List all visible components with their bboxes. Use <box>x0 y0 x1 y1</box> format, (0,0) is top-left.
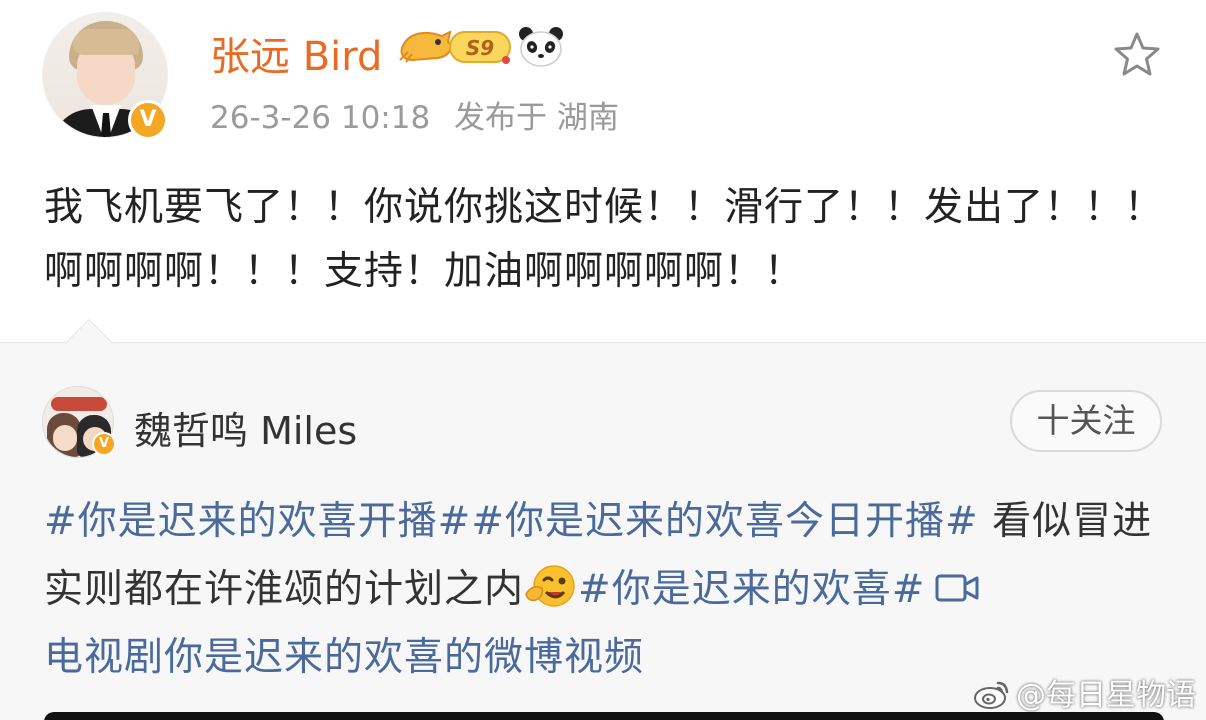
video-link[interactable]: 电视剧你是迟来的欢喜的微博视频 <box>44 635 644 680</box>
verified-badge-icon: V <box>128 100 168 140</box>
winking-face-icon <box>525 565 575 607</box>
post-time: 26-3-26 10:18 <box>210 100 431 136</box>
level-badge-text: S9 <box>466 36 494 60</box>
repost-body: #你是迟来的欢喜开播##你是迟来的欢喜今日开播# 看似冒进实则都在许淮颂的计划之… <box>44 488 1174 692</box>
topic-link[interactable]: #你是迟来的欢喜今日开播# <box>471 499 978 544</box>
original-post: V 张远 Bird S9 26-3-26 10:18 发布于 湖南 我飞机要飞了… <box>0 0 1206 342</box>
watermark-text: @每日星物语 <box>1016 678 1196 713</box>
repost-verified-badge-icon: V <box>92 432 116 456</box>
bottom-video-preview[interactable] <box>44 712 1164 720</box>
post-location: 发布于 湖南 <box>454 100 619 136</box>
favorite-star-icon[interactable] <box>1112 30 1162 80</box>
post-body-text: 我飞机要飞了！！你说你挑这时候！！滑行了！！发出了！！！啊啊啊啊！！！支持！加油… <box>44 185 1165 294</box>
watermark: @每日星物语 <box>972 670 1196 714</box>
post-meta: 26-3-26 10:18 发布于 湖南 <box>210 92 619 137</box>
panda-icon <box>519 27 563 67</box>
author-name[interactable]: 张远 Bird <box>210 24 382 82</box>
topic-link[interactable]: #你是迟来的欢喜开播# <box>44 499 471 544</box>
video-camera-icon <box>935 574 979 602</box>
topic-link[interactable]: #你是迟来的欢喜# <box>578 567 925 612</box>
weibo-logo-icon <box>974 681 1009 709</box>
level-badge-icon[interactable]: S9 <box>398 26 514 66</box>
follow-button[interactable]: 十关注 <box>1010 390 1162 452</box>
repost-author-name[interactable]: 魏哲鸣 Miles <box>134 400 357 455</box>
